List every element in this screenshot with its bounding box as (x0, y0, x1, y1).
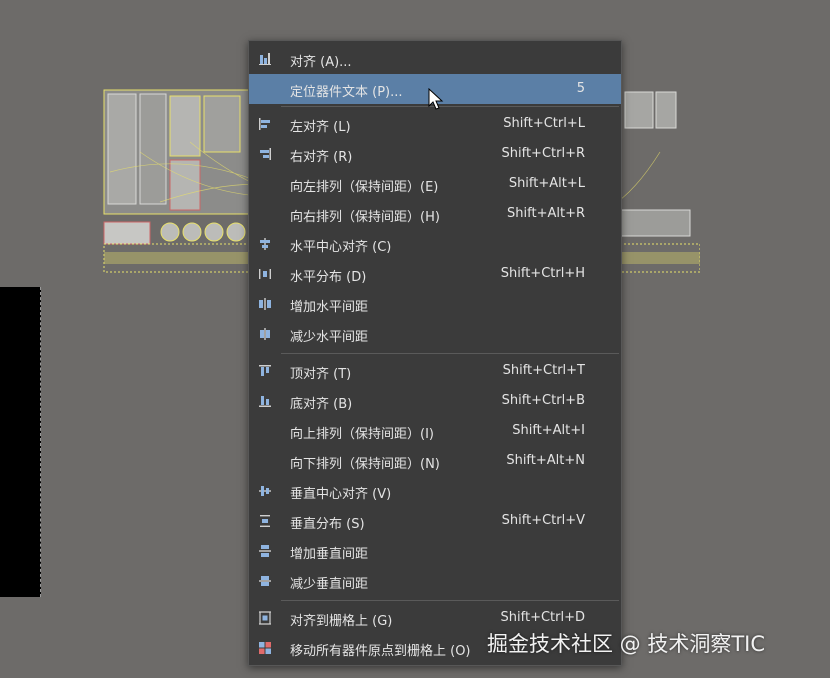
align-bottom-icon (259, 396, 271, 407)
menu-item-distribute-vertical[interactable]: 垂直分布 (S) Shift+Ctrl+V (249, 506, 621, 536)
menu-item-shortcut: Shift+Alt+R (507, 206, 585, 221)
align-horizontal-center-icon (260, 238, 270, 250)
align-left-icon (259, 118, 270, 130)
menu-separator (281, 106, 619, 107)
menu-item-align-top[interactable]: 顶对齐 (T) Shift+Ctrl+T (249, 356, 621, 386)
increase-horizontal-spacing-icon (259, 298, 271, 310)
distribute-vertical-icon (260, 515, 270, 527)
menu-item-shortcut: Shift+Ctrl+D (500, 610, 585, 625)
menu-item-label: 对齐到栅格上 (G) (290, 614, 393, 629)
menu-item-arrange-left[interactable]: 向左排列（保持间距）(E) Shift+Alt+L (249, 169, 621, 199)
menu-separator (281, 353, 619, 354)
menu-item-align-horizontal-center[interactable]: 水平中心对齐 (C) (249, 229, 621, 259)
menu-item-label: 对齐 (A)... (290, 55, 352, 70)
menu-separator (281, 600, 619, 601)
menu-item-label: 增加水平间距 (290, 300, 369, 315)
menu-item-align-bottom[interactable]: 底对齐 (B) Shift+Ctrl+B (249, 386, 621, 416)
align-to-grid-icon (259, 611, 271, 625)
menu-item-shortcut: 5 (576, 81, 585, 96)
align-right-icon (260, 148, 271, 160)
menu-item-label: 向下排列（保持间距）(N) (290, 457, 440, 472)
menu-item-label: 水平中心对齐 (C) (290, 240, 392, 255)
menu-item-shortcut: Shift+Ctrl+V (501, 513, 585, 528)
menu-item-shortcut: Shift+Ctrl+T (502, 363, 585, 378)
align-icon (259, 53, 271, 65)
decrease-vertical-spacing-icon (259, 576, 271, 586)
menu-item-label: 顶对齐 (T) (290, 367, 352, 382)
increase-vertical-spacing-icon (259, 545, 271, 557)
menu-item-arrange-up[interactable]: 向上排列（保持间距）(I) Shift+Alt+I (249, 416, 621, 446)
distribute-horizontal-icon (259, 269, 271, 279)
menu-item-label: 减少水平间距 (290, 330, 369, 345)
menu-item-label: 增加垂直间距 (290, 547, 369, 562)
menu-item-label: 定位器件文本 (P)... (290, 85, 403, 100)
mouse-cursor-icon (428, 88, 444, 110)
menu-item-label: 向右排列（保持间距）(H) (290, 210, 440, 225)
menu-item-label: 底对齐 (B) (290, 397, 353, 412)
menu-item-shortcut: Shift+Alt+I (512, 423, 585, 438)
menu-item-align-vertical-center[interactable]: 垂直中心对齐 (V) (249, 476, 621, 506)
menu-item-label: 向左排列（保持间距）(E) (290, 180, 439, 195)
menu-item-label: 水平分布 (D) (290, 270, 367, 285)
menu-item-label: 移动所有器件原点到栅格上 (O) (290, 644, 471, 659)
menu-item-align-right[interactable]: 右对齐 (R) Shift+Ctrl+R (249, 139, 621, 169)
menu-item-shortcut: Shift+Alt+N (506, 453, 585, 468)
menu-item-arrange-right[interactable]: 向右排列（保持间距）(H) Shift+Alt+R (249, 199, 621, 229)
side-panel (0, 287, 41, 597)
menu-item-label: 垂直分布 (S) (290, 517, 365, 532)
menu-item-increase-horizontal-spacing[interactable]: 增加水平间距 (249, 289, 621, 319)
menu-item-label: 左对齐 (L) (290, 120, 351, 135)
menu-item-label: 向上排列（保持间距）(I) (290, 427, 434, 442)
menu-item-shortcut: Shift+Ctrl+B (501, 393, 585, 408)
menu-item-label: 减少垂直间距 (290, 577, 369, 592)
align-context-menu: 对齐 (A)... 定位器件文本 (P)... 5 左对齐 (L) Shift+… (248, 40, 622, 666)
menu-item-shortcut: Shift+Ctrl+L (503, 116, 585, 131)
menu-item-align[interactable]: 对齐 (A)... (249, 44, 621, 74)
menu-item-label: 右对齐 (R) (290, 150, 353, 165)
align-vertical-center-icon (259, 486, 271, 496)
menu-item-align-left[interactable]: 左对齐 (L) Shift+Ctrl+L (249, 109, 621, 139)
menu-item-decrease-vertical-spacing[interactable]: 减少垂直间距 (249, 566, 621, 596)
watermark: 掘金技术社区 @ 技术洞察TIC (487, 632, 766, 656)
menu-item-decrease-horizontal-spacing[interactable]: 减少水平间距 (249, 319, 621, 349)
menu-item-arrange-down[interactable]: 向下排列（保持间距）(N) Shift+Alt+N (249, 446, 621, 476)
menu-item-shortcut: Shift+Ctrl+H (500, 266, 585, 281)
menu-item-distribute-horizontal[interactable]: 水平分布 (D) Shift+Ctrl+H (249, 259, 621, 289)
menu-item-label: 垂直中心对齐 (V) (290, 487, 392, 502)
move-origins-to-grid-icon (259, 642, 271, 654)
menu-item-shortcut: Shift+Ctrl+R (501, 146, 586, 161)
decrease-horizontal-spacing-icon (260, 328, 270, 340)
menu-item-increase-vertical-spacing[interactable]: 增加垂直间距 (249, 536, 621, 566)
align-top-icon (259, 365, 271, 376)
menu-item-shortcut: Shift+Alt+L (508, 176, 585, 191)
